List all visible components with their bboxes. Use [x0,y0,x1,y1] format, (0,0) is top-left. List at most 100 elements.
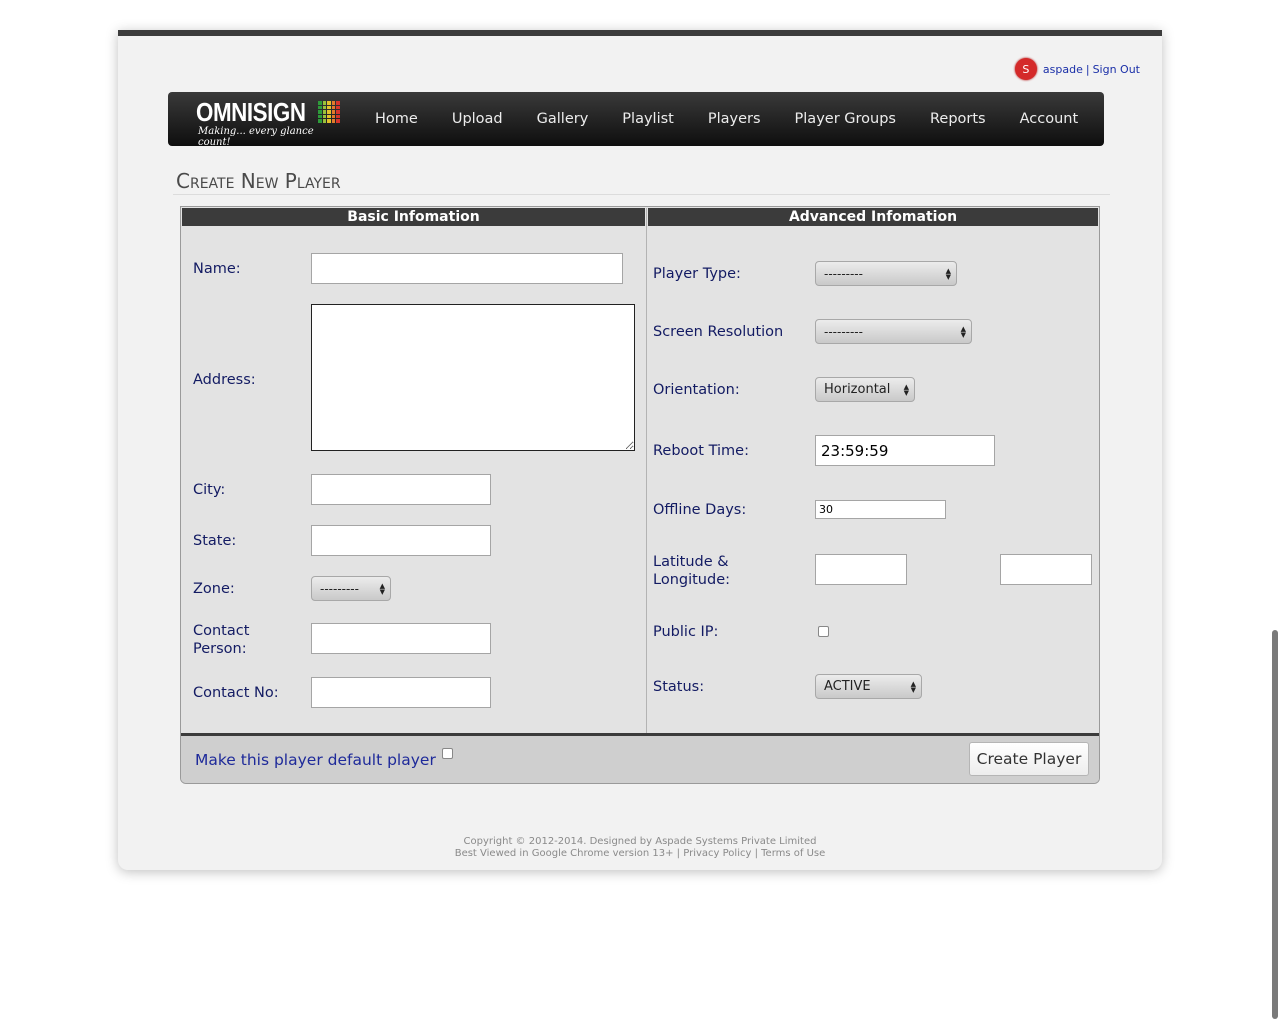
default-player-checkbox[interactable] [442,748,453,759]
username-link[interactable]: aspade [1043,63,1083,76]
contact-no-input[interactable] [311,677,491,708]
nav-item-upload[interactable]: Upload [452,111,503,127]
orientation-label: Orientation: [653,382,740,398]
latlong-label-line1: Latitude & [653,554,729,570]
logo-grid-cell [331,105,336,110]
advanced-info-heading: Advanced Infomation [648,208,1098,226]
logo-grid-cell [336,101,340,105]
contact-no-label: Contact No: [193,685,279,701]
title-divider [173,194,1110,195]
logo-grid-cell [331,101,336,105]
offline-days-label: Offline Days: [653,502,747,518]
logo-grid-cell [318,119,322,123]
terms-of-use-link[interactable]: Terms of Use [761,848,825,859]
omnisign-logo[interactable]: OMNISIGN Making... every glance count! [196,97,346,148]
default-player-label: Make this player default player [195,751,436,769]
player-type-label: Player Type: [653,266,741,282]
logo-grid-cell [336,119,340,123]
name-label: Name: [193,261,241,277]
status-label: Status: [653,679,705,695]
city-label: City: [193,482,226,498]
reboot-time-label: Reboot Time: [653,443,749,459]
name-input[interactable] [311,253,623,284]
player-type-select-value: --------- [824,266,863,281]
form-footer: Make this player default player Create P… [181,733,1099,783]
select-arrows-icon: ▲ ▼ [945,266,951,281]
logo-grid-cell [331,119,336,123]
page-footer: Copyright © 2012-2014. Designed by Aspad… [118,836,1162,860]
zone-label: Zone: [193,581,235,597]
user-bar: S aspade | Sign Out [1014,58,1140,80]
nav-item-home[interactable]: Home [375,111,418,127]
select-arrows-icon: ▲ ▼ [903,382,909,397]
browser-note: Best Viewed in Google Chrome version 13+ [454,848,674,859]
zone-select[interactable]: --------- ▲ ▼ [311,576,391,601]
status-select[interactable]: ACTIVE ▲ ▼ [815,674,922,699]
nav-item-gallery[interactable]: Gallery [537,111,589,127]
city-input[interactable] [311,474,491,505]
page-scrollbar[interactable] [1272,630,1278,1019]
public-ip-label: Public IP: [653,624,719,640]
logo-grid-cell [322,101,327,105]
contact-person-label-line1: Contact [193,623,250,639]
longitude-input[interactable] [1000,554,1092,585]
select-arrows-icon: ▲ ▼ [910,679,916,694]
sign-out-link[interactable]: Sign Out [1093,63,1140,76]
orientation-select-value: Horizontal [824,382,891,397]
logo-grid-cell [327,105,331,110]
logo-color-grid-icon [318,101,340,123]
page-container: S aspade | Sign Out OMNISIGN Making... e… [118,30,1162,870]
contact-person-label-line2: Person: [193,641,247,657]
offline-days-input[interactable] [815,500,946,519]
nav-item-playlist[interactable]: Playlist [622,111,674,127]
logo-grid-cell [327,119,331,123]
address-textarea[interactable] [311,304,635,451]
select-arrows-icon: ▲ ▼ [960,324,966,339]
nav-item-players[interactable]: Players [708,111,761,127]
footer-separator: | [676,848,681,859]
logo-grid-cell [327,114,331,119]
logo-grid-cell [336,105,340,110]
logo-grid-cell [318,110,322,114]
contact-person-input[interactable] [311,623,491,654]
logo-grid-cell [322,105,327,110]
logo-tagline: Making... every glance count! [198,126,314,148]
privacy-policy-link[interactable]: Privacy Policy [683,848,751,859]
column-divider [646,208,647,733]
logo-grid-cell [318,105,322,110]
nav-item-player-groups[interactable]: Player Groups [795,111,896,127]
orientation-select[interactable]: Horizontal ▲ ▼ [815,377,915,402]
status-select-value: ACTIVE [824,679,871,694]
create-player-form: Basic Infomation Advanced Infomation Nam… [180,206,1100,784]
screen-resolution-select-value: --------- [824,324,863,339]
page-title: Create New Player [176,169,341,193]
screen-resolution-label: Screen Resolution [653,324,784,340]
logo-grid-cell [331,110,336,114]
screen-resolution-select[interactable]: --------- ▲ ▼ [815,319,972,344]
logo-grid-cell [322,110,327,114]
logo-grid-cell [336,114,340,119]
state-input[interactable] [311,525,491,556]
logo-wordmark: OMNISIGN [196,97,306,127]
logo-grid-cell [322,119,327,123]
logo-grid-cell [327,101,331,105]
create-player-button[interactable]: Create Player [969,742,1089,776]
nav-item-reports[interactable]: Reports [930,111,986,127]
reboot-time-input[interactable] [815,435,995,466]
public-ip-checkbox[interactable] [818,626,829,637]
footer-separator: | [754,848,758,859]
select-arrows-icon: ▲ ▼ [379,581,385,596]
basic-info-heading: Basic Infomation [182,208,645,226]
logo-grid-cell [336,110,340,114]
footer-links-line: Best Viewed in Google Chrome version 13+… [118,848,1162,860]
logo-grid-cell [327,110,331,114]
latlong-label-line2: Longitude: [653,572,731,588]
latitude-input[interactable] [815,554,907,585]
user-avatar[interactable]: S [1014,58,1037,80]
user-separator: | [1085,62,1090,76]
logo-grid-cell [331,114,336,119]
player-type-select[interactable]: --------- ▲ ▼ [815,261,957,286]
logo-grid-cell [318,114,322,119]
nav-item-account[interactable]: Account [1020,111,1079,127]
zone-select-value: --------- [320,581,359,596]
